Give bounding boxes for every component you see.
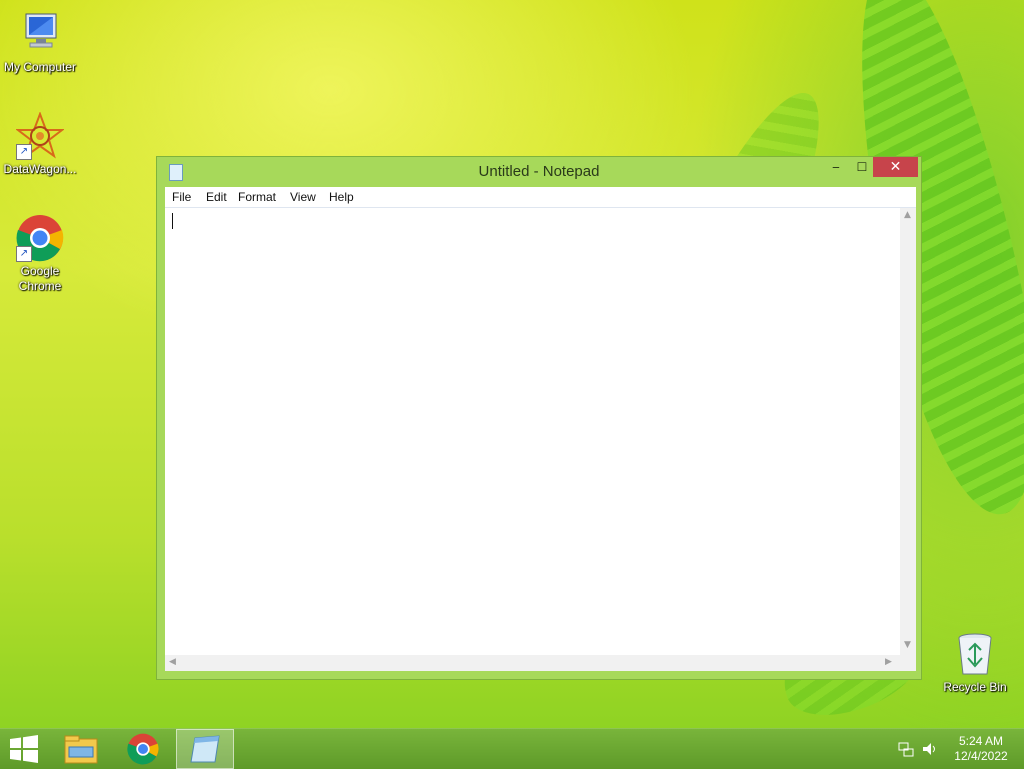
window-title: Untitled - Notepad (478, 163, 600, 180)
scroll-down-icon[interactable]: ▼ (904, 640, 911, 650)
shortcut-arrow-icon: ↗ (16, 246, 32, 262)
desktop-icon-recycle-bin[interactable]: Recycle Bin (935, 630, 1015, 695)
taskbar-clock[interactable]: 5:24 AM 12/4/2022 (946, 734, 1016, 764)
desktop-icon-label: My Computer (3, 60, 77, 74)
desktop-icon-datawagon[interactable]: ↗ DataWagon... (0, 111, 80, 177)
taskbar-chrome[interactable] (114, 729, 172, 769)
file-explorer-icon (64, 735, 98, 764)
scroll-right-icon[interactable]: ▶ (885, 657, 892, 667)
shortcut-arrow-icon: ↗ (16, 144, 32, 160)
menu-bar: File Edit Format View Help (165, 187, 916, 208)
chrome-icon: ↗ (16, 214, 64, 262)
chrome-icon (127, 733, 159, 765)
taskbar-file-explorer[interactable] (52, 729, 110, 769)
menu-view[interactable]: View (290, 190, 316, 204)
desktop-icon-label: Recycle Bin (943, 680, 1007, 694)
desktop-icon-my-computer[interactable]: My Computer (0, 10, 80, 75)
notepad-window[interactable]: Untitled - Notepad ‒ ☐ ✕ File Edit Forma… (156, 156, 922, 680)
close-button[interactable]: ✕ (873, 157, 918, 177)
desktop-icon-label: DataWagon... (3, 162, 77, 176)
network-icon[interactable] (898, 741, 914, 762)
clock-time: 5:24 AM (958, 734, 1004, 748)
computer-icon (16, 10, 64, 58)
menu-edit[interactable]: Edit (206, 190, 227, 204)
title-bar[interactable]: Untitled - Notepad ‒ ☐ ✕ (157, 157, 921, 187)
horizontal-scrollbar[interactable]: ◀ ▶ (165, 655, 900, 671)
datawagon-icon: ↗ (15, 111, 65, 160)
menu-format[interactable]: Format (238, 190, 276, 204)
taskbar: 5:24 AM 12/4/2022 (0, 728, 1024, 769)
scroll-left-icon[interactable]: ◀ (169, 657, 176, 667)
scroll-up-icon[interactable]: ▲ (904, 210, 911, 220)
vertical-scrollbar[interactable]: ▲ ▼ (900, 208, 916, 655)
text-editor-area[interactable] (165, 208, 900, 655)
recycle-bin-icon (951, 630, 999, 678)
menu-file[interactable]: File (172, 190, 191, 204)
start-button[interactable] (0, 729, 58, 769)
desktop-icon-google-chrome[interactable]: ↗ Google Chrome (0, 214, 80, 294)
volume-icon[interactable] (922, 741, 938, 762)
minimize-button[interactable]: ‒ (823, 157, 849, 177)
taskbar-notepad[interactable] (176, 729, 234, 769)
notepad-icon (190, 735, 220, 763)
clock-date: 12/4/2022 (954, 749, 1008, 763)
resize-grip[interactable] (900, 655, 916, 671)
start-icon (10, 735, 38, 763)
desktop-icon-label: Google Chrome (18, 264, 62, 293)
maximize-button[interactable]: ☐ (849, 157, 875, 177)
menu-help[interactable]: Help (329, 190, 354, 204)
text-caret (172, 213, 173, 229)
